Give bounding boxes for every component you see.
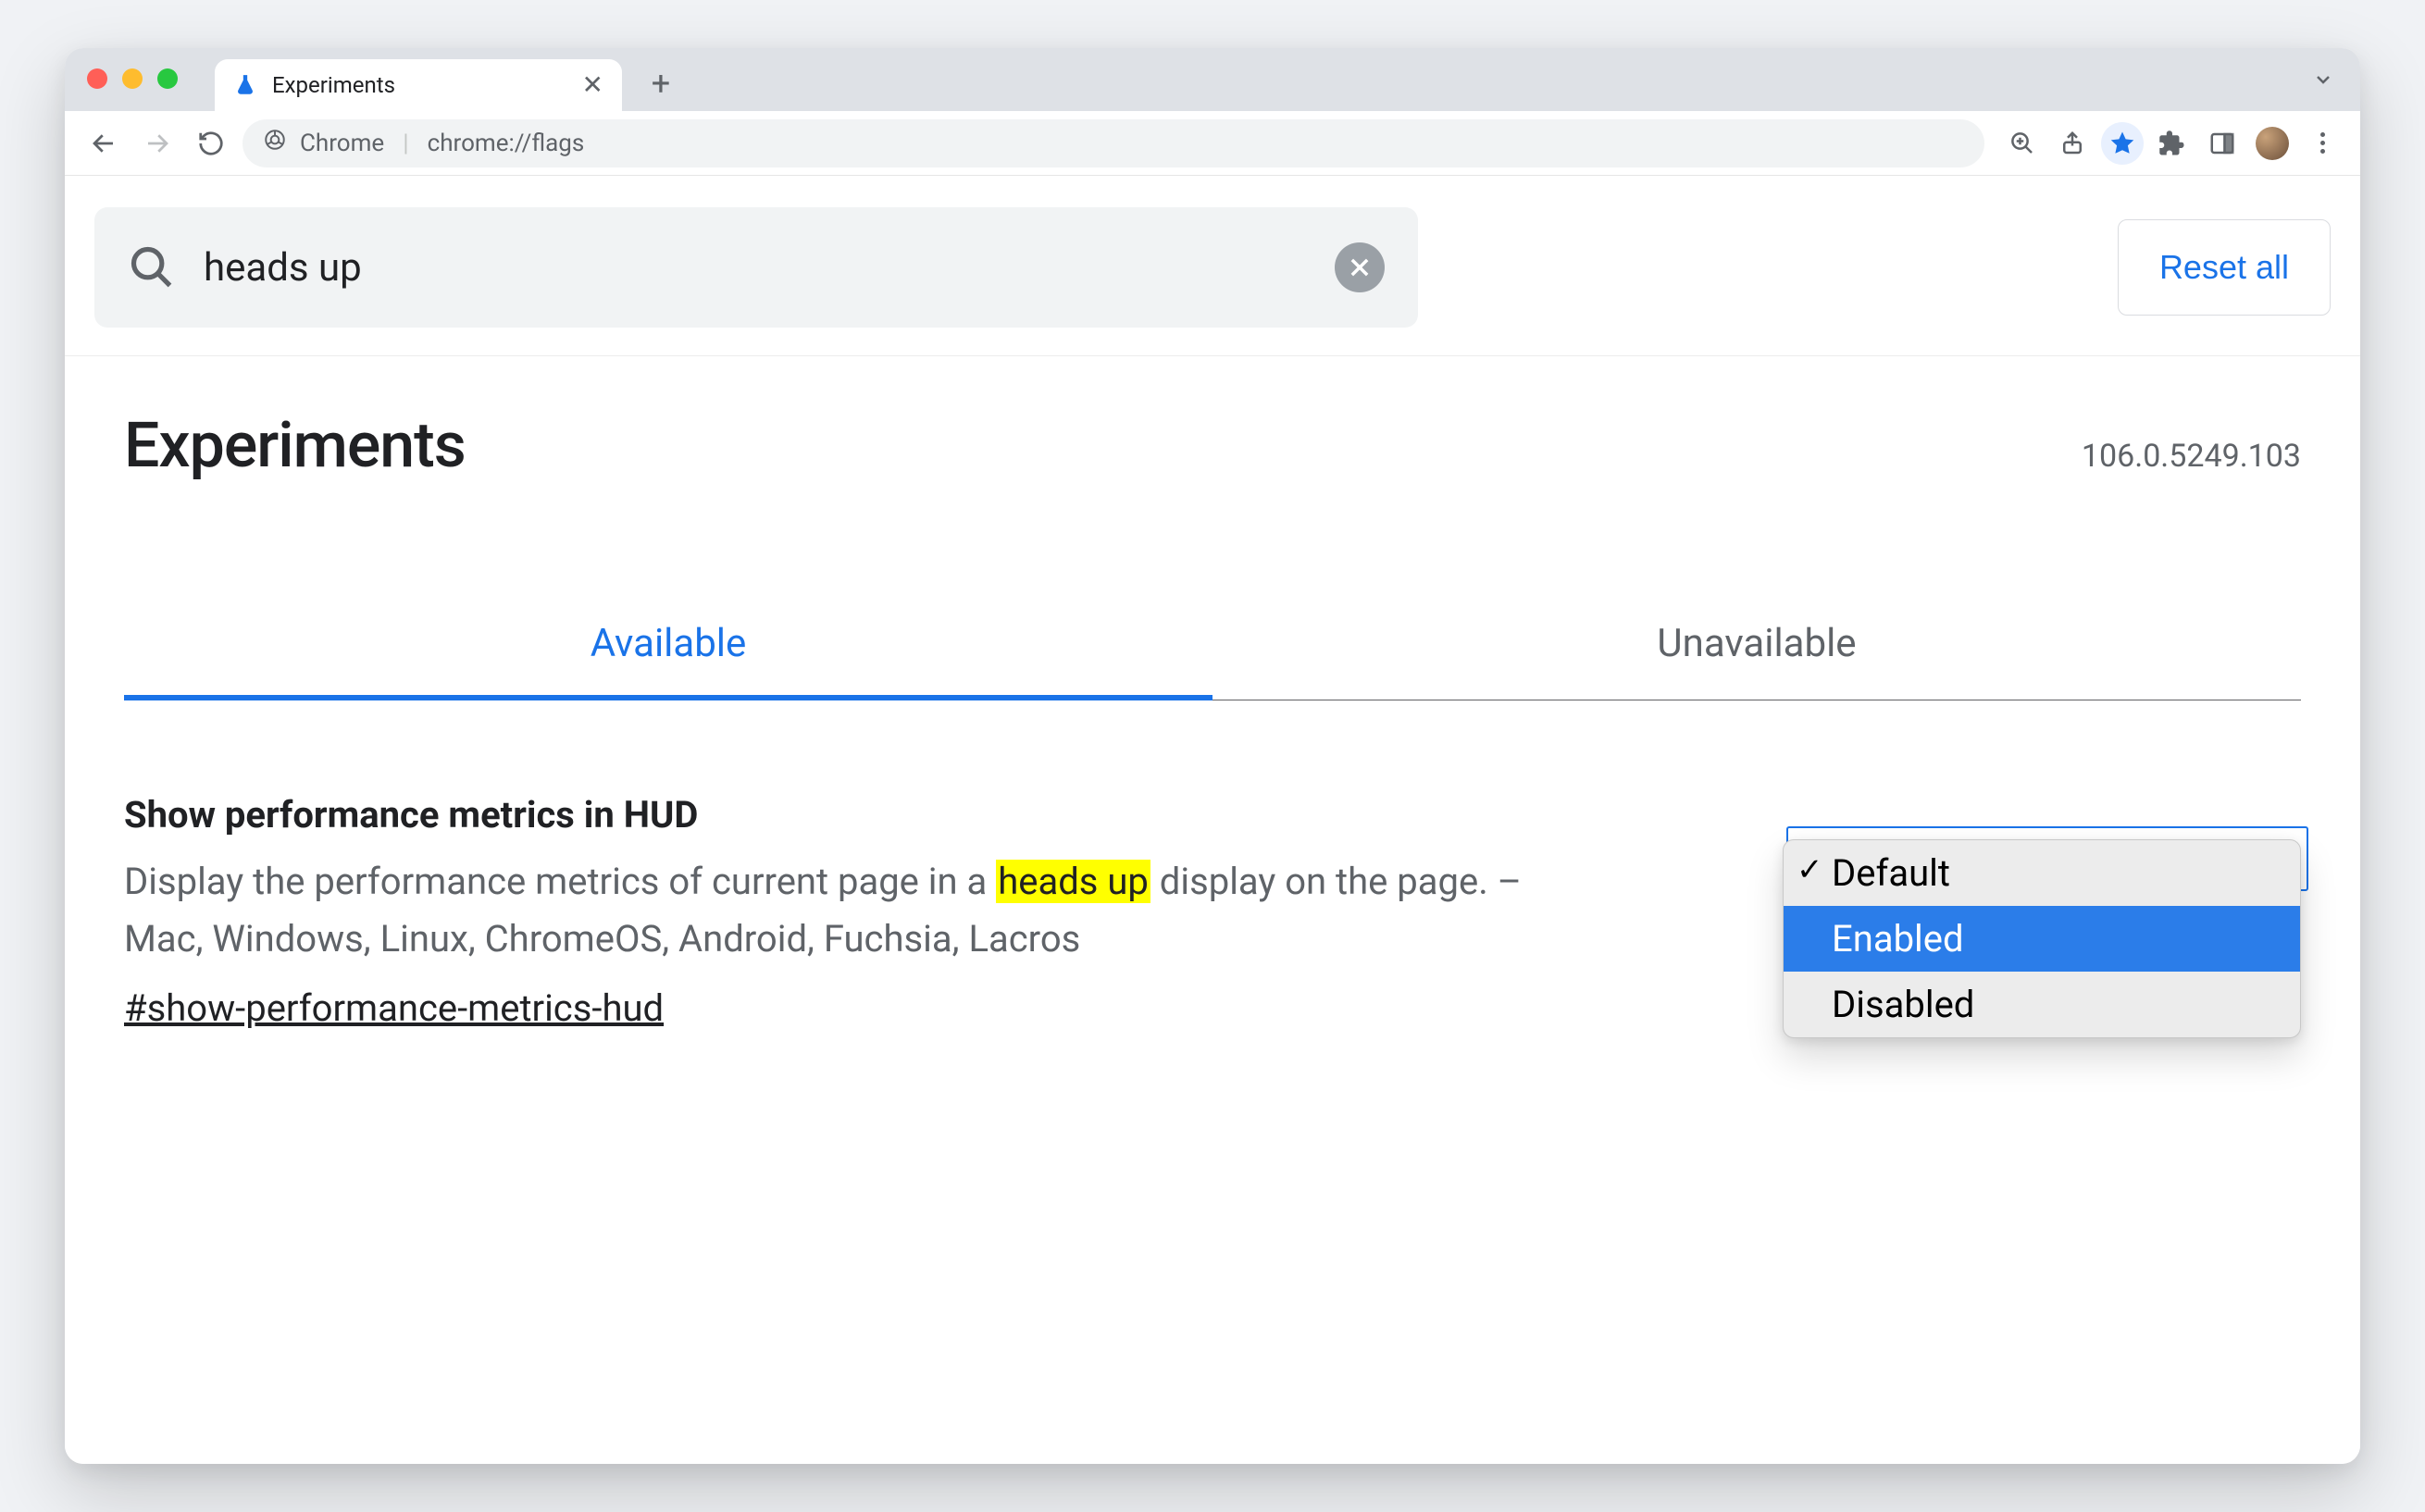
chrome-icon: [263, 128, 287, 158]
address-bar[interactable]: Chrome | chrome://flags: [242, 119, 1984, 167]
flag-dropdown[interactable]: Default Enabled Disabled: [1783, 839, 2301, 1038]
version-label: 106.0.5249.103: [2082, 438, 2301, 475]
dropdown-option-disabled[interactable]: Disabled: [1784, 972, 2300, 1037]
forward-button[interactable]: [135, 121, 180, 166]
flask-icon: [233, 73, 257, 97]
bookmark-button[interactable]: [2101, 122, 2144, 165]
search-icon: [128, 243, 176, 291]
reload-button[interactable]: [189, 121, 233, 166]
flag-desc-highlight: heads up: [996, 860, 1150, 903]
zoom-icon[interactable]: [2001, 122, 2044, 165]
url-separator: |: [403, 130, 408, 157]
search-row: Reset all: [65, 176, 2360, 356]
close-tab-icon[interactable]: ✕: [582, 72, 603, 98]
flag-title: Show performance metrics in HUD: [124, 793, 1746, 837]
flag-select-area: Default Enabled Disabled: [1783, 839, 2301, 1038]
tab-overflow-icon[interactable]: [2312, 68, 2334, 94]
flags-search-input[interactable]: [202, 244, 1309, 291]
reset-all-button[interactable]: Reset all: [2118, 219, 2331, 316]
flag-anchor-link[interactable]: #show-performance-metrics-hud: [124, 986, 664, 1030]
browser-toolbar: Chrome | chrome://flags: [65, 111, 2360, 176]
main-area: Experiments 106.0.5249.103 Available Una…: [65, 356, 2360, 1090]
window-minimize-button[interactable]: [122, 68, 143, 89]
url-path: chrome://flags: [428, 130, 585, 157]
browser-tab[interactable]: Experiments ✕: [215, 59, 622, 111]
page-title: Experiments: [124, 408, 466, 482]
x-icon: [1347, 254, 1373, 280]
flag-desc-before: Display the performance metrics of curre…: [124, 860, 996, 903]
window-maximize-button[interactable]: [157, 68, 178, 89]
extensions-icon[interactable]: [2151, 122, 2194, 165]
back-button[interactable]: [81, 121, 126, 166]
flags-search[interactable]: [94, 207, 1418, 328]
profile-avatar[interactable]: [2251, 122, 2294, 165]
flag-entry: Show performance metrics in HUD Display …: [124, 793, 2301, 1038]
page-content: Reset all Experiments 106.0.5249.103 Ava…: [65, 176, 2360, 1464]
tab-unavailable[interactable]: Unavailable: [1212, 593, 2301, 700]
toolbar-right-icons: [2001, 122, 2344, 165]
tab-title: Experiments: [272, 72, 567, 98]
flag-description: Display the performance metrics of curre…: [124, 853, 1605, 968]
clear-search-button[interactable]: [1335, 242, 1385, 292]
tab-strip: Experiments ✕ +: [65, 48, 2360, 111]
flags-tabs: Available Unavailable: [124, 593, 2301, 700]
dropdown-option-enabled[interactable]: Enabled: [1784, 906, 2300, 972]
window-controls: [87, 68, 178, 89]
dropdown-option-default[interactable]: Default: [1784, 840, 2300, 906]
tab-available[interactable]: Available: [124, 593, 1212, 700]
window-close-button[interactable]: [87, 68, 107, 89]
side-panel-icon[interactable]: [2201, 122, 2244, 165]
kebab-menu-icon[interactable]: [2301, 122, 2344, 165]
browser-window: Experiments ✕ + Chrome | chrome://flags: [65, 48, 2360, 1464]
url-scheme-label: Chrome: [300, 130, 384, 157]
share-icon[interactable]: [2051, 122, 2094, 165]
new-tab-button[interactable]: +: [639, 61, 683, 105]
